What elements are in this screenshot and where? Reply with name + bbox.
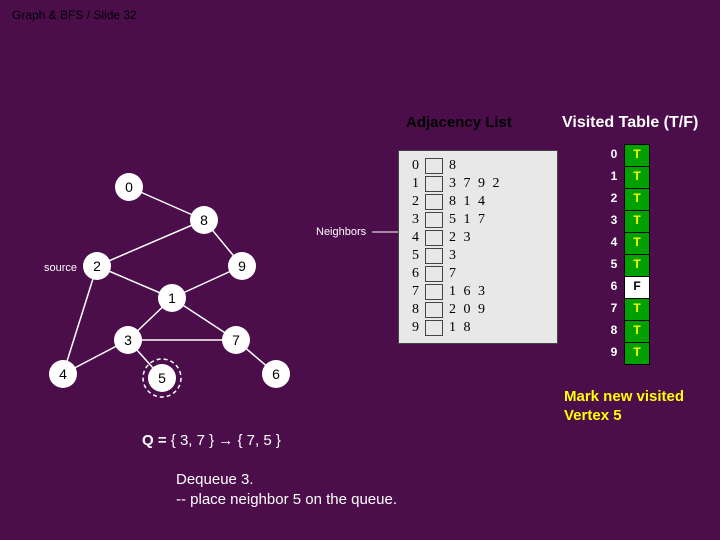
breadcrumb: Graph & BFS / Slide 32 (12, 8, 137, 22)
graph-node-3: 3 (114, 326, 142, 354)
adjacency-box-icon (425, 248, 443, 264)
adjacency-row: 08 (405, 157, 555, 175)
adjacency-box-icon (425, 266, 443, 282)
visited-index: 9 (604, 342, 624, 364)
adjacency-list-heading: Adjacency List (406, 114, 512, 131)
adjacency-row: 8 2 0 9 (405, 301, 555, 319)
visited-table-heading: Visited Table (T/F) (562, 114, 698, 132)
visited-value: T (624, 254, 650, 277)
visited-index: 8 (604, 320, 624, 342)
visited-index: 4 (604, 232, 624, 254)
visited-index: 7 (604, 298, 624, 320)
adjacency-row: 9 1 8 (405, 319, 555, 337)
visited-index: 6 (604, 276, 624, 298)
visited-index: 5 (604, 254, 624, 276)
graph-node-9: 9 (228, 252, 256, 280)
visited-table: 0T1T2T3T4T5T6F7T8T9T (604, 144, 650, 364)
visited-row: 7T (604, 298, 650, 320)
adjacency-index: 0 (405, 157, 419, 175)
adjacency-box-icon (425, 320, 443, 336)
visited-index: 1 (604, 166, 624, 188)
visited-value: T (624, 166, 650, 189)
explain-text: Dequeue 3. -- place neighbor 5 on the qu… (176, 470, 397, 511)
adjacency-box-icon (425, 212, 443, 228)
visited-row: 8T (604, 320, 650, 342)
graph-node-1: 1 (158, 284, 186, 312)
adjacency-values: 5 1 7 (449, 211, 487, 229)
graph-node-4: 4 (49, 360, 77, 388)
adjacency-row: 3 5 1 7 (405, 211, 555, 229)
graph-diagram: 0 8 2 9 1 3 7 4 5 6 (0, 150, 320, 410)
visited-value: T (624, 210, 650, 233)
visited-row: 2T (604, 188, 650, 210)
adjacency-index: 7 (405, 283, 419, 301)
visited-row: 4T (604, 232, 650, 254)
adjacency-values: 3 (449, 247, 458, 265)
neighbors-arrow-icon (372, 231, 400, 233)
mark-visited-note: Mark new visited Vertex 5 (564, 388, 684, 426)
adjacency-index: 6 (405, 265, 419, 283)
visited-value: T (624, 188, 650, 211)
graph-node-8: 8 (190, 206, 218, 234)
visited-value: T (624, 298, 650, 321)
visited-value: F (624, 276, 650, 299)
queue-label: Q = (142, 432, 171, 449)
adjacency-list: 0813 7 9 228 1 435 1 742 3536771 6 382 0… (398, 150, 558, 344)
queue-value: { 3, 7 } → { 7, 5 } (171, 432, 281, 449)
visited-value: T (624, 342, 650, 365)
adjacency-row: 2 8 1 4 (405, 193, 555, 211)
adjacency-values: 2 3 (449, 229, 473, 247)
adjacency-box-icon (425, 158, 443, 174)
adjacency-values: 3 7 9 2 (449, 175, 502, 193)
adjacency-box-icon (425, 194, 443, 210)
visited-value: T (624, 320, 650, 343)
explain-line-2: -- place neighbor 5 on the queue. (176, 491, 397, 508)
adjacency-row: 67 (405, 265, 555, 283)
note-line-1: Mark new visited (564, 388, 684, 405)
adjacency-values: 1 6 3 (449, 283, 487, 301)
adjacency-index: 5 (405, 247, 419, 265)
explain-line-1: Dequeue 3. (176, 471, 254, 488)
adjacency-row: 7 1 6 3 (405, 283, 555, 301)
adjacency-index: 9 (405, 319, 419, 337)
visited-row: 9T (604, 342, 650, 364)
adjacency-row: 1 3 7 9 2 (405, 175, 555, 193)
visited-value: T (624, 232, 650, 255)
visited-row: 6F (604, 276, 650, 298)
visited-index: 3 (604, 210, 624, 232)
graph-node-0: 0 (115, 173, 143, 201)
adjacency-box-icon (425, 284, 443, 300)
graph-node-7: 7 (222, 326, 250, 354)
adjacency-values: 2 0 9 (449, 301, 487, 319)
adjacency-box-icon (425, 176, 443, 192)
visited-row: 1T (604, 166, 650, 188)
adjacency-index: 4 (405, 229, 419, 247)
adjacency-index: 2 (405, 193, 419, 211)
neighbors-label: Neighbors (316, 226, 366, 238)
visited-row: 5T (604, 254, 650, 276)
adjacency-index: 1 (405, 175, 419, 193)
visited-row: 3T (604, 210, 650, 232)
adjacency-box-icon (425, 302, 443, 318)
visited-row: 0T (604, 144, 650, 166)
graph-node-5: 5 (148, 364, 176, 392)
adjacency-box-icon (425, 230, 443, 246)
adjacency-values: 7 (449, 265, 458, 283)
adjacency-row: 53 (405, 247, 555, 265)
visited-index: 0 (604, 144, 624, 166)
adjacency-values: 8 1 4 (449, 193, 487, 211)
adjacency-index: 8 (405, 301, 419, 319)
graph-node-6: 6 (262, 360, 290, 388)
queue-line: Q = { 3, 7 } → { 7, 5 } (142, 432, 281, 449)
note-line-2: Vertex 5 (564, 407, 622, 424)
adjacency-index: 3 (405, 211, 419, 229)
adjacency-row: 4 2 3 (405, 229, 555, 247)
graph-node-2: 2 (83, 252, 111, 280)
visited-index: 2 (604, 188, 624, 210)
visited-value: T (624, 144, 650, 167)
adjacency-values: 8 (449, 157, 458, 175)
adjacency-values: 1 8 (449, 319, 473, 337)
